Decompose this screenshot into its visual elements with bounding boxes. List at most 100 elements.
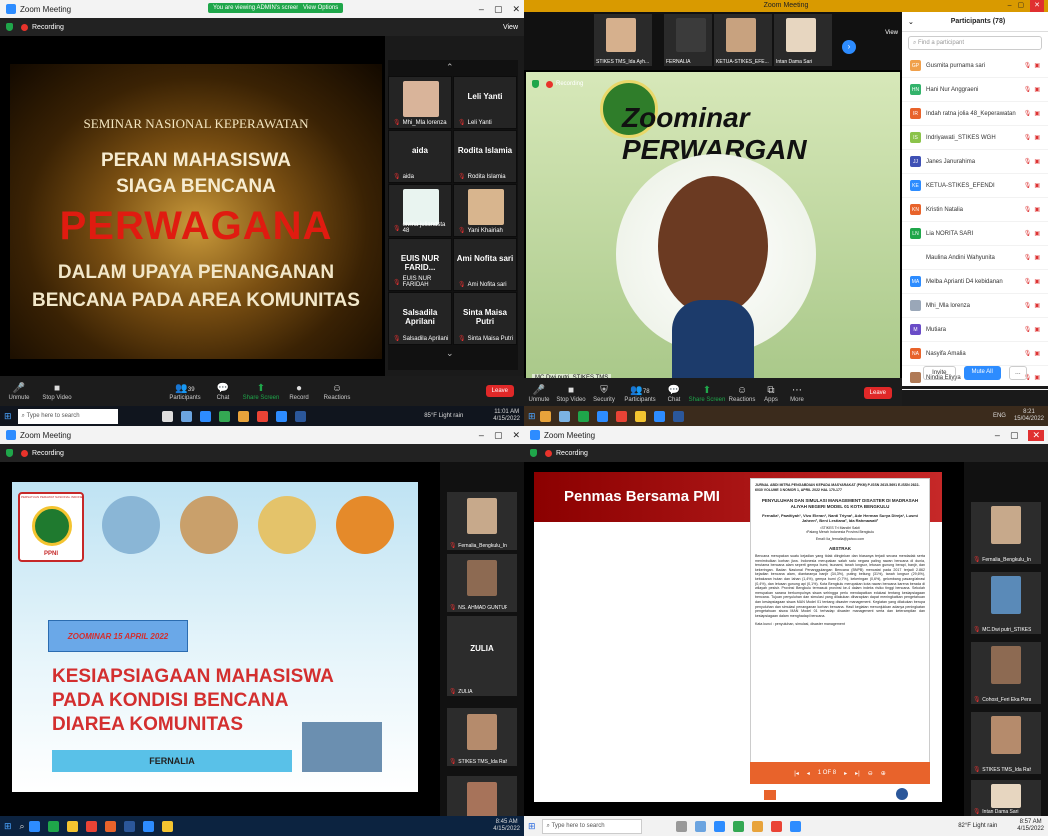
windows-start-icon[interactable]: ⊞ <box>528 411 536 422</box>
windows-start-icon[interactable]: ⊞ <box>528 821 536 832</box>
next-page-icon[interactable]: › <box>842 40 856 54</box>
participant-row[interactable]: IS Indriyawati_STIKES WGH 🎙 ▣ <box>902 126 1048 150</box>
chrome-icon[interactable] <box>85 820 97 832</box>
word-icon[interactable] <box>294 410 306 422</box>
video-off-icon[interactable]: ▣ <box>1034 182 1040 189</box>
taskbar-search[interactable]: ⌕ Type here to search <box>541 818 642 834</box>
minimize-icon[interactable]: – <box>1008 0 1012 12</box>
participant-thumbnail[interactable]: ZULIA 🎙 ZULIA <box>447 616 517 696</box>
mic-muted-icon[interactable]: 🎙 <box>1024 86 1032 93</box>
pdf-sidebar-icon[interactable] <box>764 790 776 800</box>
close-icon[interactable]: ✕ <box>1028 429 1044 441</box>
zoom-taskbar-icon[interactable] <box>142 820 154 832</box>
top-thumbnail[interactable]: FERNALIA <box>664 14 712 66</box>
mute-all-button[interactable]: Mute All <box>963 366 1001 380</box>
video-off-icon[interactable]: ▣ <box>1034 158 1040 165</box>
mic-muted-icon[interactable]: 🎙 <box>1024 110 1032 117</box>
scroll-up-icon[interactable]: ⌃ <box>446 62 454 73</box>
first-page-icon[interactable]: |◂ <box>794 770 799 777</box>
app-icon-2[interactable] <box>104 820 116 832</box>
app-icon-3[interactable] <box>161 820 173 832</box>
unmute-button[interactable]: 🎤 Unmute <box>0 382 38 401</box>
participant-tile[interactable]: Sinta Maisa Putri 🎙 Sinta Maisa Putri <box>453 292 517 345</box>
video-off-icon[interactable]: ▣ <box>1034 230 1040 237</box>
video-off-icon[interactable]: ▣ <box>1034 62 1040 69</box>
participant-row[interactable]: JJ Janes Janurahima 🎙 ▣ <box>902 150 1048 174</box>
app-icon-1[interactable] <box>47 820 59 832</box>
windows-start-icon[interactable]: ⊞ <box>4 411 12 422</box>
mic-muted-icon[interactable]: 🎙 <box>1024 326 1032 333</box>
participant-row[interactable]: LN Lia NORITA SARI 🎙 ▣ <box>902 222 1048 246</box>
participant-thumbnail[interactable]: 🎙 Cohost_Feri Eka Pera... <box>971 642 1041 704</box>
maximize-icon[interactable]: ▢ <box>494 430 503 441</box>
participant-row[interactable]: HN Hani Nur Anggraeni 🎙 ▣ <box>902 78 1048 102</box>
participant-tile[interactable]: Rodita Islamia 🎙 Rodita Islamia <box>453 130 517 183</box>
close-icon[interactable]: ✕ <box>1030 0 1044 12</box>
video-off-icon[interactable]: ▣ <box>1034 302 1040 309</box>
leave-button[interactable]: Leave <box>863 387 892 399</box>
zoom-taskbar-icon[interactable] <box>789 820 801 832</box>
top-thumbnail[interactable]: KETUA-STIKES_EFE... <box>714 14 772 66</box>
more-button[interactable]: ⋯ More <box>784 384 810 403</box>
more-options-button[interactable]: … <box>1008 366 1027 380</box>
mic-muted-icon[interactable]: 🎙 <box>1024 230 1032 237</box>
last-page-icon[interactable]: ▸| <box>855 770 860 777</box>
record-button[interactable]: ● Record <box>280 382 318 401</box>
mic-muted-icon[interactable]: 🎙 <box>1024 134 1032 141</box>
chrome-icon[interactable] <box>256 410 268 422</box>
maximize-icon[interactable]: ▢ <box>1018 0 1025 12</box>
chat-button[interactable]: 💬 Chat <box>204 382 242 401</box>
app-icon-3[interactable] <box>577 410 589 422</box>
next-page-icon[interactable]: ▸ <box>844 770 847 777</box>
app-icon-4[interactable] <box>596 410 608 422</box>
stop-video-button[interactable]: ■ Stop Video <box>38 382 76 401</box>
zoom-taskbar-icon[interactable] <box>275 410 287 422</box>
prev-page-icon[interactable]: ◂ <box>807 770 810 777</box>
search-icon[interactable]: ⌕ <box>20 821 25 832</box>
participant-row[interactable]: KE KETUA-STIKES_EFENDI 🎙 ▣ <box>902 174 1048 198</box>
mic-muted-icon[interactable]: 🎙 <box>1024 62 1032 69</box>
maximize-icon[interactable]: ▢ <box>494 4 503 15</box>
zoom-in-icon[interactable]: ⊕ <box>881 770 886 777</box>
chat-button[interactable]: 💬 Chat <box>660 384 688 403</box>
unmute-button[interactable]: 🎤 Unmute <box>524 384 554 403</box>
video-off-icon[interactable]: ▣ <box>1034 134 1040 141</box>
participant-thumbnail[interactable]: 🎙 Fernalia_Bengkulu_Indon... <box>971 502 1041 564</box>
participant-row[interactable]: Mhi_Mla lorenza 🎙 ▣ <box>902 294 1048 318</box>
participant-row[interactable]: GP Gusmita purnama sari 🎙 ▣ <box>902 54 1048 78</box>
edge-icon[interactable] <box>28 820 40 832</box>
share-screen-button[interactable]: ⬆ Share Screen <box>688 384 726 403</box>
mic-muted-icon[interactable]: 🎙 <box>1024 254 1032 261</box>
video-off-icon[interactable]: ▣ <box>1034 326 1040 333</box>
participants-button[interactable]: 👥39 Participants <box>166 382 204 401</box>
view-button[interactable]: View <box>885 30 898 36</box>
participant-row[interactable]: MA Melba Aprianti D4 kebidanan 🎙 ▣ <box>902 270 1048 294</box>
participant-thumbnail[interactable]: 🎙 Fernalia_Bengkulu_Indon... <box>447 492 517 550</box>
participant-row[interactable]: IR Indah ratna jolia 48_Keperawatan 🎙 ▣ <box>902 102 1048 126</box>
top-thumbnail[interactable]: Intan Dama Sari <box>774 14 832 66</box>
mic-muted-icon[interactable]: 🎙 <box>1024 182 1032 189</box>
mic-muted-icon[interactable]: 🎙 <box>1024 350 1032 357</box>
windows-start-icon[interactable]: ⊞ <box>4 821 12 832</box>
mail-icon[interactable] <box>751 820 763 832</box>
reactions-button[interactable]: ☺ Reactions <box>726 384 758 403</box>
taskbar-search[interactable]: ⌕ Type here to search <box>17 408 118 424</box>
mic-muted-icon[interactable]: 🎙 <box>1024 278 1032 285</box>
file-explorer-icon[interactable] <box>180 410 192 422</box>
participant-thumbnail[interactable]: 🎙 NS. AHMAD GUNTUR <box>447 554 517 612</box>
video-off-icon[interactable]: ▣ <box>1034 254 1040 261</box>
reactions-button[interactable]: ☺ Reactions <box>318 382 356 401</box>
mic-muted-icon[interactable]: 🎙 <box>1024 206 1032 213</box>
minimize-icon[interactable]: – <box>995 430 1000 440</box>
security-button[interactable]: ⛨ Security <box>588 384 620 403</box>
participant-tile[interactable]: Ami Nofita sari 🎙 Ami Nofita sari <box>453 238 517 291</box>
store-icon[interactable] <box>732 820 744 832</box>
pdf-app-icon[interactable] <box>896 788 908 800</box>
minimize-icon[interactable]: – <box>479 430 484 440</box>
participant-tile[interactable]: 🎙 Mhi_Mla lorenza <box>388 76 452 129</box>
mic-muted-icon[interactable]: 🎙 <box>1024 158 1032 165</box>
participants-button[interactable]: 👥78 Participants <box>620 384 660 403</box>
close-icon[interactable]: ✕ <box>512 4 520 15</box>
file-explorer-icon[interactable] <box>634 410 646 422</box>
participant-thumbnail[interactable]: 🎙 MC.Dwi putri_STIKES ... <box>971 572 1041 634</box>
